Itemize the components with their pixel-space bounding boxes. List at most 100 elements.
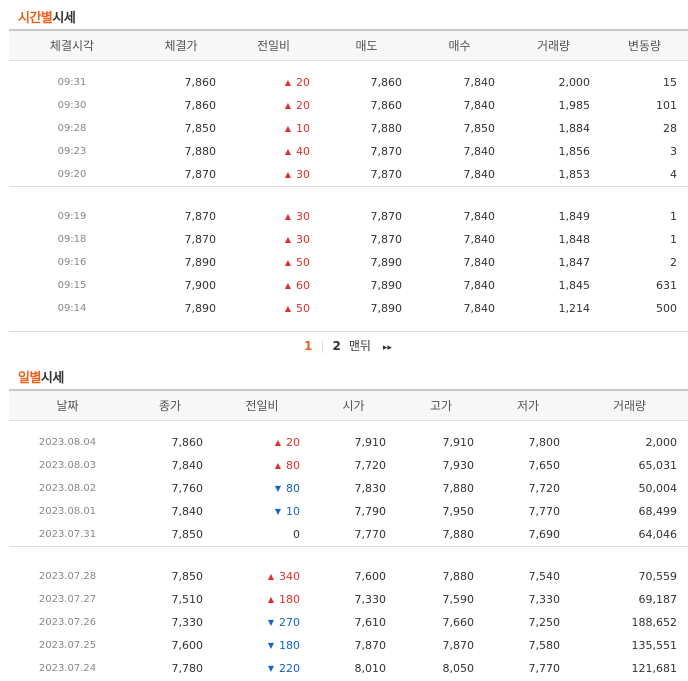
daily-price-title: 일별시세 (18, 371, 64, 386)
triangle-up-icon: ▲ (284, 124, 291, 133)
close-price-cell: 7,850 (171, 527, 204, 541)
table-row: 2023.07.31 7,850 0 7,770 7,880 7,690 64,046 (9, 523, 688, 546)
buy-price-cell: 7,840 (463, 167, 496, 181)
low-price-cell: 7,330 (528, 593, 561, 606)
change-cell: ▲ 180 (214, 588, 310, 611)
high-price-cell: 7,660 (442, 616, 475, 629)
buy-price-cell: 7,840 (463, 279, 496, 292)
triangle-up-icon: ▲ (284, 101, 291, 110)
sell-price-cell: 7,870 (370, 210, 403, 223)
header-close: 종가 (126, 389, 214, 421)
change-value: 180 (279, 639, 300, 652)
double-chevron-right-icon[interactable]: ▸▸ (379, 343, 392, 353)
triangle-down-icon: ▼ (267, 664, 274, 673)
header-volume: 거래량 (506, 29, 601, 61)
page-1-link[interactable]: 1 (296, 339, 320, 353)
volume-cell: 68,499 (638, 505, 678, 518)
change-value: 220 (279, 662, 300, 675)
triangle-up-icon: ▲ (284, 235, 291, 244)
change-cell: ▲ 20 (227, 71, 320, 94)
low-price-cell: 7,580 (528, 639, 561, 652)
triangle-up-icon: ▲ (267, 595, 274, 604)
table-row: 09:15 7,900 ▲ 60 7,890 7,840 1,845 631 (9, 274, 688, 297)
table-row: 09:14 7,890 ▲ 50 7,890 7,840 1,214 500 (9, 297, 688, 320)
triangle-up-icon: ▲ (274, 438, 281, 447)
trade-price-cell: 7,860 (184, 76, 217, 89)
triangle-up-icon: ▲ (284, 258, 291, 267)
header-low: 저가 (485, 389, 571, 421)
trade-time-cell: 09:20 (57, 168, 87, 180)
buy-price-cell: 7,840 (463, 76, 496, 89)
change-value: 10 (296, 122, 310, 135)
change-value: 30 (296, 233, 310, 246)
change-cell: ▲ 10 (227, 117, 320, 140)
close-price-cell: 7,860 (171, 436, 204, 449)
low-price-cell: 7,720 (528, 482, 561, 495)
volume-delta-cell: 2 (670, 256, 677, 269)
date-cell: 2023.07.27 (38, 594, 97, 605)
daily-header-row: 날짜 종가 전일비 시가 고가 저가 거래량 (9, 389, 688, 421)
header-change: 전일비 (214, 389, 310, 421)
close-price-cell: 7,780 (171, 662, 204, 675)
trade-time-cell: 09:15 (57, 280, 87, 291)
trade-time-cell: 09:28 (57, 123, 87, 134)
change-cell: ▼ 10 (214, 500, 310, 523)
volume-delta-cell: 500 (656, 302, 677, 315)
volume-cell: 135,551 (631, 639, 678, 652)
triangle-up-icon: ▲ (284, 281, 291, 290)
triangle-down-icon: ▼ (267, 618, 274, 627)
last-page-link[interactable]: 맨뒤 (349, 337, 379, 354)
sell-price-cell: 7,870 (370, 145, 403, 158)
change-value: 40 (296, 145, 310, 158)
trade-price-cell: 7,880 (184, 145, 217, 158)
change-value: 180 (279, 593, 300, 606)
trade-price-cell: 7,870 (184, 233, 217, 246)
spacer-cell (9, 420, 688, 431)
table-row: 09:30 7,860 ▲ 20 7,860 7,840 1,985 101 (9, 94, 688, 117)
trade-time-cell: 09:18 (57, 234, 87, 245)
triangle-down-icon: ▼ (274, 484, 281, 493)
table-spacer (9, 60, 688, 71)
header-trade-price: 체결가 (135, 29, 227, 61)
open-price-cell: 8,010 (354, 662, 387, 675)
change-value: 50 (296, 302, 310, 315)
high-price-cell: 7,910 (442, 436, 475, 449)
table-row: 09:20 7,870 ▲ 30 7,870 7,840 1,853 4 (9, 163, 688, 186)
low-price-cell: 7,690 (528, 527, 561, 541)
volume-cell: 1,985 (558, 99, 591, 112)
time-header-row: 체결시각 체결가 전일비 매도 매수 거래량 변동량 (9, 29, 688, 61)
page-2-link[interactable]: 2 (324, 339, 348, 353)
triangle-down-icon: ▼ (267, 641, 274, 650)
open-price-cell: 7,330 (354, 593, 387, 606)
high-price-cell: 7,880 (442, 570, 475, 583)
change-cell: ▲ 40 (227, 140, 320, 163)
header-volume: 거래량 (571, 389, 688, 421)
change-value: 60 (296, 279, 310, 292)
close-price-cell: 7,840 (171, 505, 204, 518)
open-price-cell: 7,830 (354, 482, 387, 495)
spacer-cell (9, 545, 688, 565)
low-price-cell: 7,770 (528, 662, 561, 675)
volume-cell: 65,031 (638, 459, 678, 472)
header-change: 전일비 (227, 29, 320, 61)
volume-delta-cell: 15 (663, 76, 677, 89)
trade-time-cell: 09:23 (57, 146, 87, 157)
triangle-down-icon: ▼ (274, 507, 281, 516)
change-cell: ▲ 20 (214, 431, 310, 454)
sell-price-cell: 7,870 (370, 233, 403, 246)
change-cell: ▲ 20 (227, 94, 320, 117)
volume-cell: 1,848 (558, 233, 591, 246)
daily-price-table: 날짜 종가 전일비 시가 고가 저가 거래량 2023.08.04 7,860 ▲ 2… (9, 389, 688, 680)
pagination: 1 | 2 맨뒤 ▸▸ (0, 337, 688, 354)
change-cell: ▲ 30 (227, 228, 320, 251)
change-cell: ▼ 270 (214, 611, 310, 634)
header-sell: 매도 (320, 29, 413, 61)
volume-delta-cell: 3 (670, 145, 677, 158)
change-cell: ▲ 80 (214, 454, 310, 477)
open-price-cell: 7,790 (354, 505, 387, 518)
table-row: 2023.07.24 7,780 ▼ 220 8,010 8,050 7,770 121,68… (9, 657, 688, 680)
change-cell: ▼ 80 (214, 477, 310, 500)
low-price-cell: 7,650 (528, 459, 561, 472)
header-high: 고가 (397, 389, 485, 421)
volume-cell: 64,046 (638, 527, 678, 541)
